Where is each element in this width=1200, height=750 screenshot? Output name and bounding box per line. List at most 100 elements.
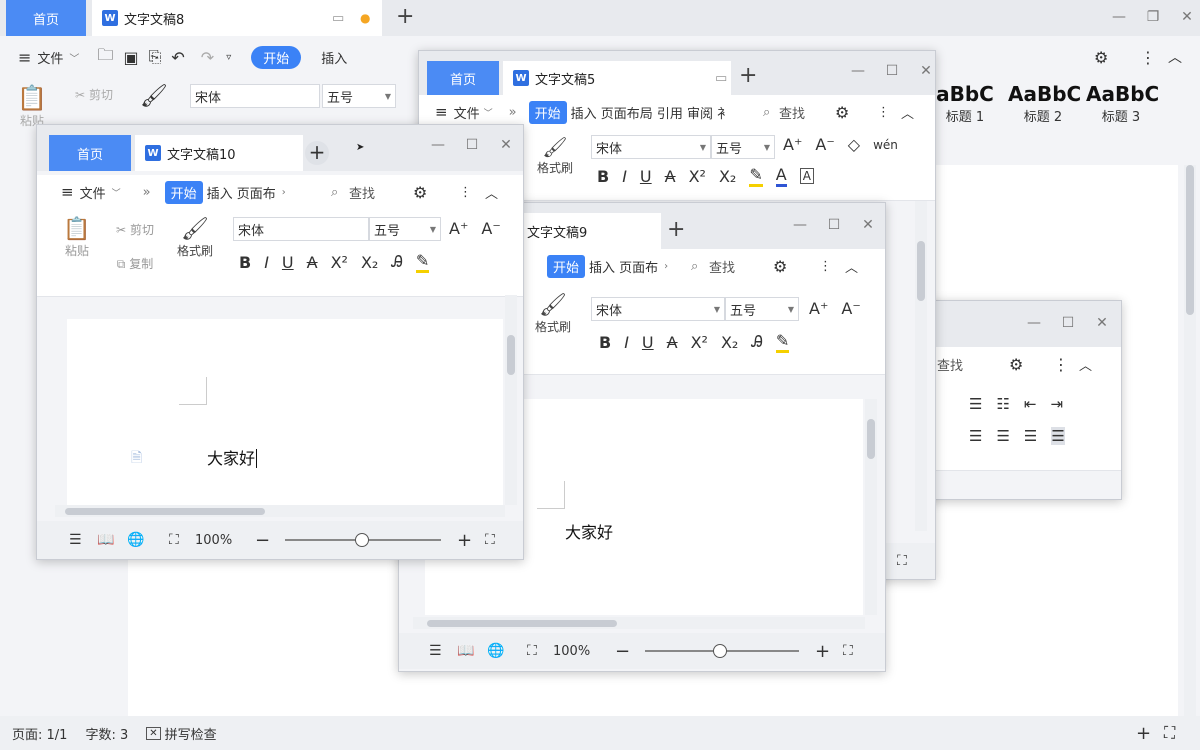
zoom-out-icon[interactable]: −: [615, 641, 630, 662]
collapse-icon[interactable]: ︿: [1168, 47, 1182, 67]
italic-icon[interactable]: I: [622, 167, 627, 186]
superscript-icon[interactable]: X²: [331, 253, 348, 272]
strikethrough-icon[interactable]: A: [665, 167, 676, 186]
menu-rest[interactable]: 插入 页面布局 引用 审阅 衤: [571, 103, 731, 122]
minimize-icon[interactable]: —: [849, 63, 867, 79]
new-tab-button[interactable]: +: [396, 6, 414, 28]
text-effect-icon[interactable]: Ꭿ: [391, 252, 403, 272]
settings-icon[interactable]: ⚙: [1094, 48, 1108, 67]
settings-icon[interactable]: ⚙: [413, 183, 427, 202]
customize-icon[interactable]: ▿: [226, 52, 231, 63]
zoom-in-icon[interactable]: +: [1136, 723, 1151, 744]
highlight-icon[interactable]: ✎: [775, 331, 790, 353]
bold-icon[interactable]: B: [599, 333, 611, 352]
zoom-value[interactable]: 100%: [195, 533, 232, 548]
subscript-icon[interactable]: X₂: [719, 167, 736, 186]
bullet-list-icon[interactable]: ☰: [969, 395, 982, 413]
justify-icon[interactable]: ☰: [1051, 427, 1065, 445]
double-chevron-icon[interactable]: »: [143, 185, 151, 200]
search-icon[interactable]: ⌕: [763, 105, 770, 120]
web-layout-icon[interactable]: 🌐: [127, 532, 144, 548]
underline-icon[interactable]: U: [640, 167, 652, 186]
align-center-icon[interactable]: ☰: [996, 427, 1009, 445]
paste-button[interactable]: 📋 粘贴: [57, 217, 97, 259]
maximize-icon[interactable]: ❐: [1144, 9, 1162, 25]
scroll-thumb[interactable]: [507, 335, 515, 375]
tab-doc9[interactable]: 文字文稿9: [517, 213, 661, 249]
menu-icon[interactable]: ≡: [18, 48, 31, 67]
highlight-icon[interactable]: ✎: [415, 251, 430, 273]
zoom-out-icon[interactable]: −: [255, 530, 270, 551]
menu-file[interactable]: 文件: [37, 48, 63, 67]
more-tabs-icon[interactable]: ›: [664, 261, 668, 272]
menu-icon[interactable]: ≡: [61, 183, 74, 201]
align-left-icon[interactable]: ☰: [969, 427, 982, 445]
zoom-in-icon[interactable]: +: [815, 641, 830, 662]
outline-icon[interactable]: ☰: [429, 643, 442, 659]
open-folder-icon[interactable]: 🗀: [97, 44, 113, 71]
subscript-icon[interactable]: X₂: [361, 253, 378, 272]
shrink-font-icon[interactable]: A⁻: [841, 299, 860, 318]
tab-home[interactable]: 首页: [427, 61, 499, 95]
zoom-slider-knob[interactable]: [713, 644, 727, 658]
tab-home[interactable]: 首页: [6, 0, 86, 36]
grow-font-icon[interactable]: A⁺: [809, 299, 828, 318]
tab-start[interactable]: 开始: [547, 254, 586, 278]
export-icon[interactable]: ⎘: [149, 47, 162, 67]
style-heading1[interactable]: aBbC 标题 1: [930, 82, 1000, 125]
collapse-icon[interactable]: ︿: [1079, 355, 1092, 374]
search-label[interactable]: 查找: [779, 103, 805, 122]
read-mode-icon[interactable]: 📖: [97, 532, 114, 548]
strikethrough-icon[interactable]: A: [307, 253, 318, 272]
settings-icon[interactable]: ⚙: [773, 257, 787, 276]
tab-insert[interactable]: 插入: [321, 48, 347, 67]
search-label[interactable]: 查找: [937, 355, 963, 374]
format-painter-button[interactable]: 🖌 格式刷: [171, 217, 219, 259]
size-select[interactable]: 五号 ▼: [711, 135, 775, 159]
size-select[interactable]: 五号 ▼: [369, 217, 441, 241]
search-label[interactable]: 查找: [709, 257, 735, 276]
collapse-icon[interactable]: ︿: [485, 183, 498, 202]
new-tab-button[interactable]: +: [667, 219, 685, 241]
search-label[interactable]: 查找: [349, 183, 375, 202]
bold-icon[interactable]: B: [597, 167, 609, 186]
italic-icon[interactable]: I: [624, 333, 629, 352]
collapse-icon[interactable]: ︿: [901, 103, 914, 122]
font-select[interactable]: 宋体 ▼: [591, 135, 711, 159]
close-icon[interactable]: ✕: [917, 63, 935, 79]
vertical-scrollbar[interactable]: [1184, 165, 1196, 725]
format-painter-icon[interactable]: 🖌: [140, 84, 168, 109]
scroll-thumb[interactable]: [427, 620, 617, 627]
close-icon[interactable]: ✕: [497, 137, 515, 153]
highlight-icon[interactable]: ✎: [749, 165, 763, 187]
grow-font-icon[interactable]: A⁺: [449, 219, 468, 238]
menu-icon[interactable]: ≡: [435, 103, 448, 121]
font-select[interactable]: 宋体 ▼: [591, 297, 725, 321]
zoom-in-icon[interactable]: +: [457, 530, 472, 551]
double-chevron-icon[interactable]: »: [509, 105, 517, 120]
collapse-icon[interactable]: ︿: [845, 257, 858, 276]
italic-icon[interactable]: I: [264, 253, 269, 272]
clear-format-icon[interactable]: ◇: [848, 135, 860, 154]
tab-start[interactable]: 开始: [164, 180, 203, 204]
scroll-thumb[interactable]: [917, 241, 925, 301]
read-mode-icon[interactable]: 📖: [457, 643, 474, 659]
search-icon[interactable]: ⌕: [691, 259, 698, 274]
fullscreen-icon[interactable]: ⛶: [1164, 723, 1175, 743]
web-layout-icon[interactable]: 🌐: [487, 643, 504, 659]
document-note-icon[interactable]: 🗎: [131, 447, 142, 471]
menu-rest[interactable]: 插入 页面布: [589, 257, 658, 276]
size-select[interactable]: 五号 ▼: [725, 297, 799, 321]
paste-button[interactable]: 📋 粘贴: [14, 84, 50, 129]
maximize-icon[interactable]: ☐: [883, 63, 901, 79]
scroll-thumb[interactable]: [867, 419, 875, 459]
vertical-scrollbar[interactable]: [505, 295, 517, 505]
copy-button[interactable]: ⧉ 复制: [107, 255, 163, 272]
tab-start[interactable]: 开始: [528, 100, 567, 124]
underline-icon[interactable]: U: [642, 333, 654, 352]
undo-icon[interactable]: ↶: [171, 48, 184, 67]
tab-doc10[interactable]: W 文字文稿10: [135, 135, 303, 171]
fit-page-icon[interactable]: ⛶: [527, 643, 537, 659]
subscript-icon[interactable]: X₂: [721, 333, 738, 352]
phonetic-icon[interactable]: wén: [873, 138, 898, 152]
